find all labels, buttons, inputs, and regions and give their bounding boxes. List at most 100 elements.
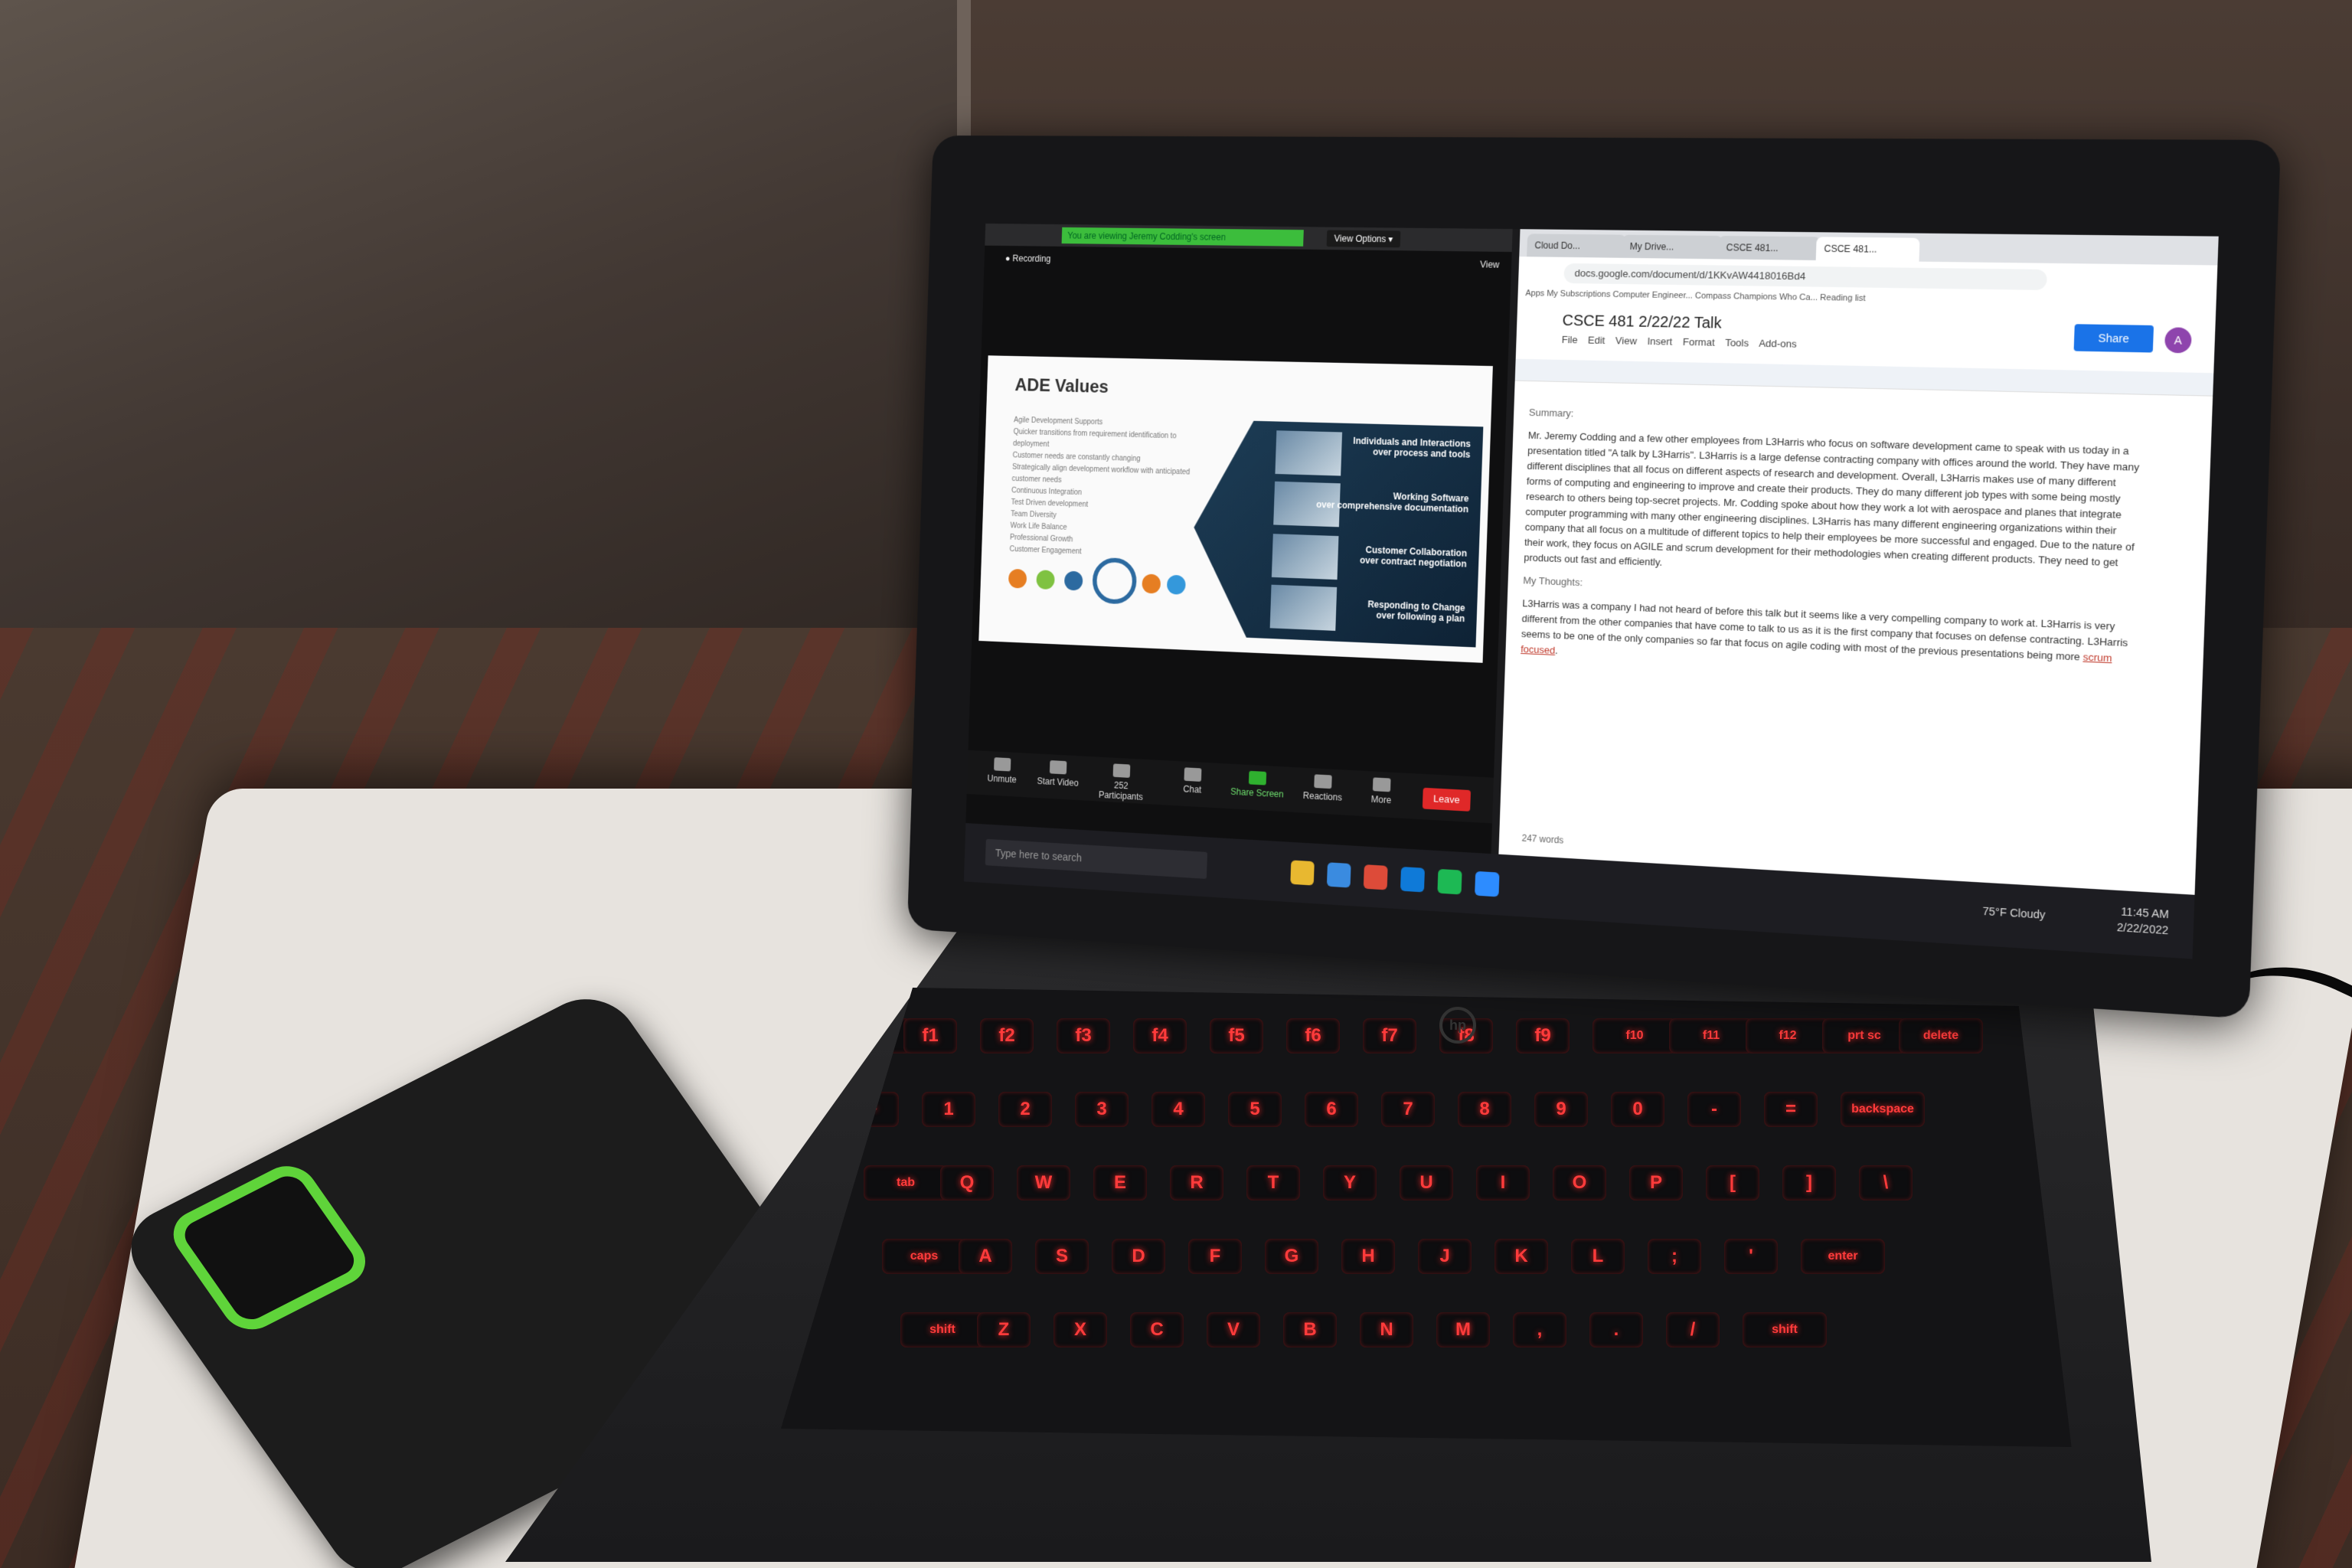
keyboard-key[interactable]: f9	[1516, 1018, 1570, 1054]
keyboard-key[interactable]: E	[1093, 1165, 1147, 1200]
browser-tab[interactable]: Cloud Do...	[1527, 234, 1627, 258]
keyboard-key[interactable]: =	[1764, 1092, 1818, 1127]
menu-edit[interactable]: Edit	[1588, 335, 1606, 346]
keyboard-key[interactable]: f10	[1592, 1018, 1677, 1054]
keyboard-key[interactable]: S	[1035, 1239, 1089, 1274]
keyboard-key[interactable]: f3	[1057, 1018, 1110, 1054]
keyboard-key[interactable]: 6	[1305, 1092, 1358, 1127]
system-clock[interactable]: 11:45 AM 2/22/2022	[2117, 903, 2170, 939]
address-bar[interactable]: docs.google.com/document/d/1KKvAW4418016…	[1563, 263, 2047, 291]
menu-format[interactable]: Format	[1683, 336, 1715, 348]
menu-add-ons[interactable]: Add-ons	[1759, 338, 1797, 350]
leave-button[interactable]: Leave	[1422, 787, 1472, 812]
keyboard-key[interactable]: shift	[1743, 1312, 1827, 1348]
keyboard-key[interactable]: K	[1494, 1239, 1548, 1274]
browser-tab-active[interactable]: CSCE 481...	[1815, 237, 1920, 262]
keyboard-key[interactable]: G	[1265, 1239, 1318, 1274]
keyboard-key[interactable]: f5	[1210, 1018, 1263, 1054]
zoom-icon[interactable]	[1475, 871, 1500, 897]
keyboard-key[interactable]: F	[1188, 1239, 1242, 1274]
menu-file[interactable]: File	[1562, 334, 1578, 345]
keyboard-key[interactable]: ]	[1782, 1165, 1836, 1200]
reactions-button[interactable]: Reactions	[1293, 773, 1353, 803]
avatar[interactable]: A	[2164, 327, 2192, 354]
keyboard-key[interactable]: f6	[1286, 1018, 1340, 1054]
keyboard-key[interactable]: shift	[900, 1312, 985, 1348]
edge-icon[interactable]	[1400, 866, 1425, 893]
unmute-button[interactable]: Unmute	[974, 756, 1031, 786]
share-button[interactable]: Share	[2073, 324, 2154, 353]
keyboard-key[interactable]: .	[1589, 1312, 1643, 1348]
view-options-button[interactable]: View Options ▾	[1326, 230, 1401, 248]
keyboard-key[interactable]: V	[1207, 1312, 1260, 1348]
keyboard-key[interactable]: P	[1629, 1165, 1683, 1200]
keyboard-key[interactable]: [	[1706, 1165, 1759, 1200]
keyboard-key[interactable]: '	[1724, 1239, 1778, 1274]
keyboard-key[interactable]: backspace	[1841, 1092, 1925, 1127]
menu-insert[interactable]: Insert	[1647, 335, 1672, 348]
keyboard-key[interactable]: f2	[980, 1018, 1034, 1054]
chrome-icon[interactable]	[1363, 864, 1388, 890]
keyboard-key[interactable]: 7	[1381, 1092, 1435, 1127]
document-title[interactable]: CSCE 481 2/22/22 Talk	[1562, 312, 1722, 333]
keyboard-key[interactable]: ,	[1513, 1312, 1566, 1348]
keyboard-key[interactable]: 8	[1458, 1092, 1511, 1127]
keyboard-key[interactable]: X	[1054, 1312, 1107, 1348]
keyboard-key[interactable]: 1	[922, 1092, 975, 1127]
keyboard-key[interactable]: O	[1553, 1165, 1606, 1200]
start-video-button[interactable]: Start Video	[1030, 760, 1086, 789]
word-count-badge[interactable]: 247 words	[1521, 833, 1563, 846]
mail-icon[interactable]	[1326, 862, 1351, 888]
keyboard-key[interactable]: B	[1283, 1312, 1337, 1348]
keyboard-key[interactable]: N	[1360, 1312, 1413, 1348]
keyboard-key[interactable]: Z	[977, 1312, 1031, 1348]
keyboard-key[interactable]: tab	[864, 1165, 948, 1200]
keyboard-key[interactable]: 9	[1534, 1092, 1588, 1127]
keyboard-key[interactable]: T	[1246, 1165, 1300, 1200]
keyboard-key[interactable]: W	[1017, 1165, 1070, 1200]
keyboard-key[interactable]: Q	[940, 1165, 994, 1200]
menu-tools[interactable]: Tools	[1725, 337, 1749, 349]
docs-format-toolbar[interactable]	[1514, 358, 2214, 397]
keyboard-key[interactable]: /	[1666, 1312, 1720, 1348]
keyboard-key[interactable]: C	[1130, 1312, 1184, 1348]
keyboard-key[interactable]: f4	[1133, 1018, 1187, 1054]
keyboard-key[interactable]: A	[959, 1239, 1012, 1274]
keyboard-key[interactable]: U	[1400, 1165, 1453, 1200]
share-screen-button[interactable]: Share Screen	[1228, 769, 1287, 799]
keyboard-key[interactable]: delete	[1899, 1018, 1983, 1054]
keyboard-key[interactable]: M	[1436, 1312, 1490, 1348]
keyboard-key[interactable]: 0	[1611, 1092, 1664, 1127]
keyboard-key[interactable]: 3	[1075, 1092, 1129, 1127]
keyboard-key[interactable]: caps	[882, 1239, 966, 1274]
keyboard-key[interactable]: I	[1476, 1165, 1530, 1200]
keyboard-key[interactable]: f7	[1363, 1018, 1416, 1054]
keyboard-key[interactable]: ;	[1648, 1239, 1701, 1274]
keyboard-key[interactable]: D	[1112, 1239, 1165, 1274]
keyboard-key[interactable]: -	[1687, 1092, 1741, 1127]
keyboard-key[interactable]: f11	[1669, 1018, 1753, 1054]
keyboard-key[interactable]: Y	[1323, 1165, 1377, 1200]
keyboard-key[interactable]: J	[1418, 1239, 1472, 1274]
keyboard-key[interactable]: R	[1170, 1165, 1223, 1200]
keyboard-key[interactable]: H	[1341, 1239, 1395, 1274]
document-body[interactable]: Summary: Mr. Jeremy Codding and a few ot…	[1514, 405, 2145, 867]
weather-widget[interactable]: 75°F Cloudy	[1982, 905, 2045, 921]
chat-button[interactable]: Chat	[1164, 766, 1222, 796]
keyboard-key[interactable]: 2	[998, 1092, 1052, 1127]
browser-tab[interactable]: My Drive...	[1622, 234, 1723, 260]
file-explorer-icon[interactable]	[1290, 860, 1315, 886]
keyboard-key[interactable]: \	[1859, 1165, 1913, 1200]
view-button[interactable]: View	[1480, 259, 1500, 270]
participants-button[interactable]: 252 Participants	[1093, 763, 1151, 802]
keyboard-key[interactable]: 5	[1228, 1092, 1282, 1127]
keyboard-key[interactable]: f12	[1746, 1018, 1830, 1054]
keyboard-key[interactable]: prt sc	[1822, 1018, 1906, 1054]
keyboard-key[interactable]: 4	[1152, 1092, 1205, 1127]
spotify-icon[interactable]	[1437, 868, 1462, 895]
keyboard-key[interactable]: L	[1571, 1239, 1625, 1274]
keyboard-key[interactable]: enter	[1801, 1239, 1885, 1274]
browser-tab[interactable]: CSCE 481...	[1717, 235, 1821, 261]
bookmarks-bar[interactable]: Apps My Subscriptions Computer Engineer.…	[1525, 289, 1866, 303]
taskbar-search-input[interactable]: Type here to search	[985, 838, 1208, 879]
